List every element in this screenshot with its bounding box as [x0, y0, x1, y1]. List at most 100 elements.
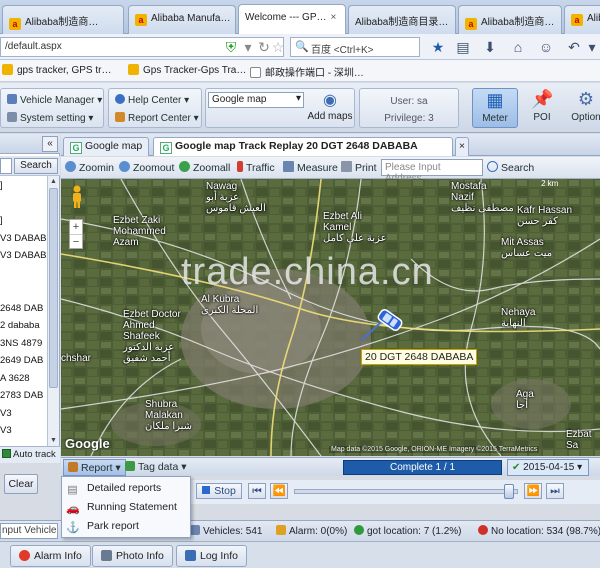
- chat-icon[interactable]: ☺: [538, 39, 554, 55]
- vehicle-search-input[interactable]: [0, 158, 12, 174]
- browser-search-input[interactable]: 🔍 百度 <Ctrl+K>: [290, 37, 420, 57]
- zoom-all-button[interactable]: Zoomall: [179, 161, 230, 174]
- globe-icon: ◉: [323, 92, 337, 109]
- vehicle-input-field[interactable]: nput Vehicle Li: [0, 523, 58, 539]
- place-label: Shubra Malakan شبرا ملكان: [145, 399, 193, 432]
- report-center-menu[interactable]: Report Center ▾: [115, 112, 199, 124]
- vehicle-list-item[interactable]: 2649 DAB: [0, 355, 48, 366]
- replay-slider-track[interactable]: [294, 489, 518, 494]
- star-icon[interactable]: ☆: [270, 39, 286, 55]
- menu-item-running-statement[interactable]: 🚗 Running Statement: [66, 501, 177, 515]
- scroll-down-icon[interactable]: ▼: [48, 435, 59, 446]
- report-icon: [68, 462, 78, 472]
- add-maps-button[interactable]: ◉ Add maps: [306, 91, 354, 122]
- vehicle-manager-menu[interactable]: Vehicle Manager ▾: [7, 94, 102, 106]
- date-select[interactable]: ✔ 2015-04-15 ▾: [507, 459, 589, 476]
- bookmark-star-icon[interactable]: ★: [430, 39, 446, 55]
- vehicle-list-item[interactable]: V3: [0, 408, 48, 419]
- scrollbar[interactable]: ▲ ▼: [47, 176, 59, 446]
- reader-icon[interactable]: ▤: [455, 39, 471, 55]
- map-tab-strip: G Google map G Google map Track Replay 20 …: [61, 134, 600, 156]
- tab-close-icon[interactable]: ×: [455, 137, 469, 156]
- help-center-menu[interactable]: Help Center ▾: [115, 94, 189, 106]
- help-menu-group: Help Center ▾ Report Center ▾: [108, 88, 202, 128]
- menu-item-park-report[interactable]: ⚓ Park report: [66, 520, 139, 534]
- browser-tab-active[interactable]: Welcome --- GP… ×: [238, 4, 346, 34]
- poi-button[interactable]: 📌 POI: [522, 88, 562, 128]
- skip-back-button[interactable]: ⏮: [248, 483, 266, 499]
- map-select-group: Google map ▾ ◉ Add maps: [205, 88, 355, 128]
- tab-alarm-info[interactable]: Alarm Info: [10, 545, 91, 567]
- shield-icon[interactable]: ⛨: [223, 39, 239, 55]
- dropdown-icon[interactable]: ▾: [240, 39, 256, 55]
- vehicle-list-item[interactable]: A 3628: [0, 373, 48, 384]
- meter-icon: ▦: [486, 90, 504, 110]
- browser-tab[interactable]: a Alibaba Manufa…: [128, 5, 236, 34]
- vehicle-list-item[interactable]: V3 DABAB: [0, 233, 48, 244]
- home-icon[interactable]: ⌂: [510, 39, 526, 55]
- address-search-input[interactable]: Please Input Address: [381, 159, 483, 184]
- tag-data-button[interactable]: Tag data ▾: [121, 459, 191, 476]
- back-icon[interactable]: ↶: [566, 39, 582, 55]
- vehicle-list-item[interactable]: ]: [0, 180, 48, 191]
- car-marker-icon[interactable]: [373, 307, 407, 333]
- tab-photo-info[interactable]: Photo Info: [92, 545, 173, 567]
- system-setting-menu[interactable]: System setting ▾: [7, 112, 93, 124]
- zoom-out-button[interactable]: Zoomout: [119, 161, 174, 174]
- rewind-button[interactable]: ⏪: [270, 483, 288, 499]
- vehicle-list-item[interactable]: 2783 DAB: [0, 390, 48, 401]
- auto-track-toggle[interactable]: Auto track: [0, 446, 60, 463]
- bookmark-item[interactable]: gps tracker, GPS tr…: [2, 64, 111, 76]
- traffic-button[interactable]: Traffic: [237, 161, 275, 174]
- user-info: User: sa Privilege: 3: [359, 88, 459, 128]
- browser-tab[interactable]: aAlib: [564, 5, 600, 34]
- clear-button[interactable]: Clear: [4, 474, 38, 494]
- vehicle-list-item[interactable]: V3: [0, 425, 48, 436]
- stop-button[interactable]: Stop: [196, 483, 242, 499]
- vehicle-list-item[interactable]: 2648 DAB: [0, 303, 48, 314]
- scroll-thumb[interactable]: [49, 188, 58, 388]
- camera-icon: [101, 550, 112, 561]
- search-button[interactable]: Search: [14, 158, 58, 174]
- measure-button[interactable]: Measure: [283, 161, 338, 174]
- tab-track-replay[interactable]: G Google map Track Replay 20 DGT 2648 DAB…: [153, 137, 453, 156]
- replay-progress: Complete 1 / 1: [343, 460, 502, 475]
- close-icon[interactable]: ×: [331, 12, 337, 23]
- checkbox-checked-icon[interactable]: [2, 449, 11, 458]
- map-zoom-in-button[interactable]: +: [70, 220, 82, 234]
- help-icon: [115, 94, 125, 104]
- vehicle-list-item[interactable]: V3 DABAB: [0, 250, 48, 261]
- bookmark-item[interactable]: Gps Tracker-Gps Tra…: [128, 64, 246, 76]
- browser-tab[interactable]: a Alibaba制造商…: [2, 5, 124, 34]
- download-icon[interactable]: ⬇: [482, 39, 498, 55]
- print-button[interactable]: Print: [341, 161, 377, 174]
- browser-tab[interactable]: a Alibaba制造商…: [458, 5, 562, 34]
- browser-tab[interactable]: Alibaba制造商目录…: [348, 5, 456, 34]
- replay-slider-thumb[interactable]: [504, 484, 515, 499]
- report-menu-button[interactable]: Report ▾: [63, 459, 126, 476]
- meter-button[interactable]: ▦ Meter: [472, 88, 518, 128]
- map-zoom-out-button[interactable]: −: [70, 234, 82, 248]
- menu-item-detailed-reports[interactable]: ▤ Detailed reports: [66, 482, 161, 496]
- map-canvas[interactable]: Nawag عزبة أبو العيش قاموس Mostafa Nazif مصط…: [61, 179, 600, 456]
- address-search-button[interactable]: Search: [487, 161, 534, 174]
- pegman-icon[interactable]: [70, 185, 84, 209]
- tab-google-map[interactable]: G Google map: [63, 137, 149, 156]
- map-type-select[interactable]: Google map ▾: [208, 92, 304, 108]
- user-label: User: sa: [390, 96, 428, 107]
- bookmark-item[interactable]: 邮政操作端口 - 深圳…: [250, 64, 364, 79]
- scroll-up-icon[interactable]: ▲: [48, 176, 59, 187]
- vehicle-list-item[interactable]: 3NS 4879: [0, 338, 48, 349]
- vehicle-icon: [7, 94, 17, 104]
- zoom-in-button[interactable]: Zoomin: [65, 161, 114, 174]
- menu-icon[interactable]: ▾: [584, 39, 600, 55]
- vehicle-list-item[interactable]: 2 dababa: [0, 320, 48, 331]
- tab-log-info[interactable]: Log Info: [176, 545, 247, 567]
- option-button[interactable]: ⚙ Option: [566, 88, 600, 128]
- forward-button[interactable]: ⏩: [524, 483, 542, 499]
- log-icon: [185, 550, 196, 561]
- vehicle-list-item[interactable]: ]: [0, 215, 48, 226]
- skip-forward-button[interactable]: ⏭: [546, 483, 564, 499]
- collapse-button[interactable]: «: [42, 136, 58, 152]
- place-label: Mostafa Nazif مصطفى نظيف: [451, 181, 514, 214]
